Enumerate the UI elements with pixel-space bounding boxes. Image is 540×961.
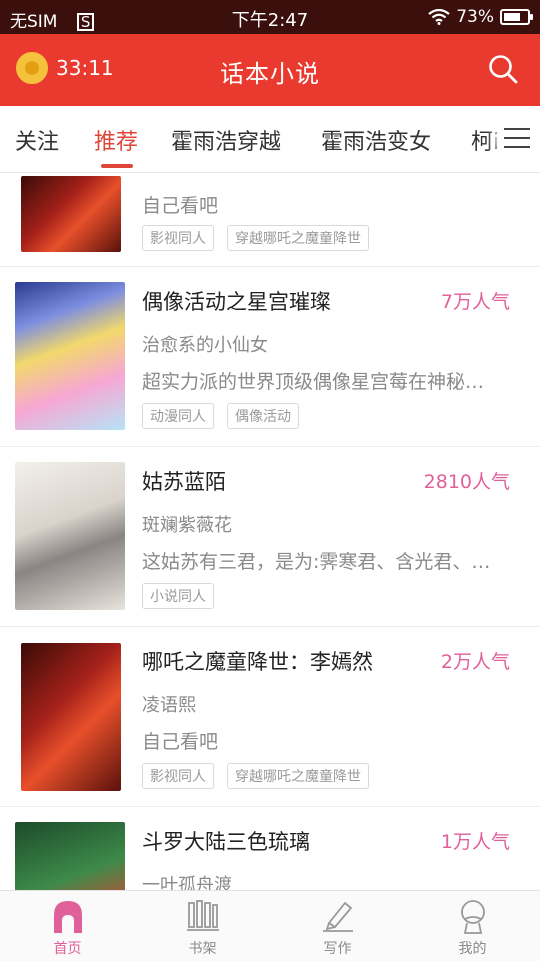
nav-label: 写作 [323, 941, 352, 957]
book-tag[interactable]: 偶像活动 [227, 403, 299, 429]
home-icon [53, 901, 82, 933]
book-title: 斗罗大陆三色琉璃 [142, 830, 310, 854]
app-title: 话本小说 [220, 60, 320, 88]
nav-label: 书架 [188, 941, 217, 957]
nav-label: 我的 [458, 941, 487, 957]
book-cover[interactable] [21, 643, 121, 791]
nav-bookshelf[interactable]: 书架 [135, 891, 270, 961]
search-icon[interactable] [488, 54, 518, 84]
tab-topic-2[interactable]: 霍雨浩变女 [321, 124, 431, 156]
book-cover[interactable] [15, 462, 125, 610]
book-card[interactable]: 自己看吧 影视同人 穿越哪吒之魔童降世 [0, 173, 540, 267]
active-tab-indicator [101, 164, 133, 168]
book-title: 哪吒之魔童降世：李嫣然 [142, 650, 373, 674]
nav-home[interactable]: 首页 [0, 891, 135, 961]
book-card[interactable]: 斗罗大陆三色琉璃 1万人气 一叶孤舟渡 [0, 807, 540, 890]
pen-icon [322, 901, 353, 932]
book-cover[interactable] [15, 822, 125, 890]
nav-write[interactable]: 写作 [270, 891, 405, 961]
book-author: 斑斓紫薇花 [142, 515, 232, 536]
app-header: 33:11 话本小说 [0, 34, 540, 106]
book-description: 自己看吧 [142, 195, 219, 217]
tab-recommend[interactable]: 推荐 [94, 124, 138, 156]
popularity-count: 2万人气 [440, 651, 510, 673]
tab-topic-3[interactable]: 柯i [471, 124, 499, 156]
popularity-count: 2810人气 [423, 471, 510, 493]
battery-percent: 73% [456, 7, 494, 27]
book-feed[interactable]: 自己看吧 影视同人 穿越哪吒之魔童降世 偶像活动之星宫璀璨 7万人气 治愈系的小… [0, 173, 540, 890]
popularity-count: 1万人气 [440, 831, 510, 853]
book-description: 自己看吧 [142, 731, 219, 753]
book-tag[interactable]: 穿越哪吒之魔童降世 [227, 225, 369, 251]
book-cover[interactable] [15, 282, 125, 430]
tab-topic-1[interactable]: 霍雨浩穿越 [171, 124, 281, 156]
category-tabs: 关注 推荐 霍雨浩穿越 霍雨浩变女 柯i [0, 106, 540, 173]
book-card[interactable]: 哪吒之魔童降世：李嫣然 2万人气 凌语熙 自己看吧 影视同人 穿越哪吒之魔童降世 [0, 627, 540, 807]
nav-profile[interactable]: 我的 [405, 891, 540, 961]
nav-label: 首页 [53, 941, 82, 957]
bottom-nav: 首页 书架 写作 我的 [0, 890, 540, 961]
book-card[interactable]: 偶像活动之星宫璀璨 7万人气 治愈系的小仙女 超实力派的世界顶级偶像星宫莓在神秘… [0, 267, 540, 447]
book-cover[interactable] [21, 176, 121, 252]
tab-follow[interactable]: 关注 [15, 124, 59, 156]
book-author: 凌语熙 [142, 695, 196, 716]
profile-icon [460, 900, 485, 934]
status-bar: 无SIM S 下午2:47 73% [0, 0, 540, 34]
popularity-count: 7万人气 [440, 291, 510, 313]
book-tag[interactable]: 穿越哪吒之魔童降世 [227, 763, 369, 789]
book-card[interactable]: 姑苏蓝陌 2810人气 斑斓紫薇花 这姑苏有三君，是为:霁寒君、含光君、… 小说… [0, 447, 540, 627]
book-tag[interactable]: 影视同人 [142, 225, 214, 251]
book-tag[interactable]: 影视同人 [142, 763, 214, 789]
menu-icon[interactable] [504, 128, 530, 150]
book-tag[interactable]: 动漫同人 [142, 403, 214, 429]
book-description: 这姑苏有三君，是为:霁寒君、含光君、… [142, 551, 491, 573]
book-author: 治愈系的小仙女 [142, 335, 268, 356]
battery-icon [500, 9, 533, 25]
book-title: 姑苏蓝陌 [142, 470, 226, 494]
status-right: 73% [428, 7, 533, 27]
book-description: 超实力派的世界顶级偶像星宫莓在神秘… [142, 371, 485, 393]
book-author: 一叶孤舟渡 [142, 875, 232, 890]
book-title: 偶像活动之星宫璀璨 [142, 290, 331, 314]
book-tag[interactable]: 小说同人 [142, 583, 214, 609]
bookshelf-icon [186, 900, 219, 931]
wifi-icon [428, 9, 450, 25]
